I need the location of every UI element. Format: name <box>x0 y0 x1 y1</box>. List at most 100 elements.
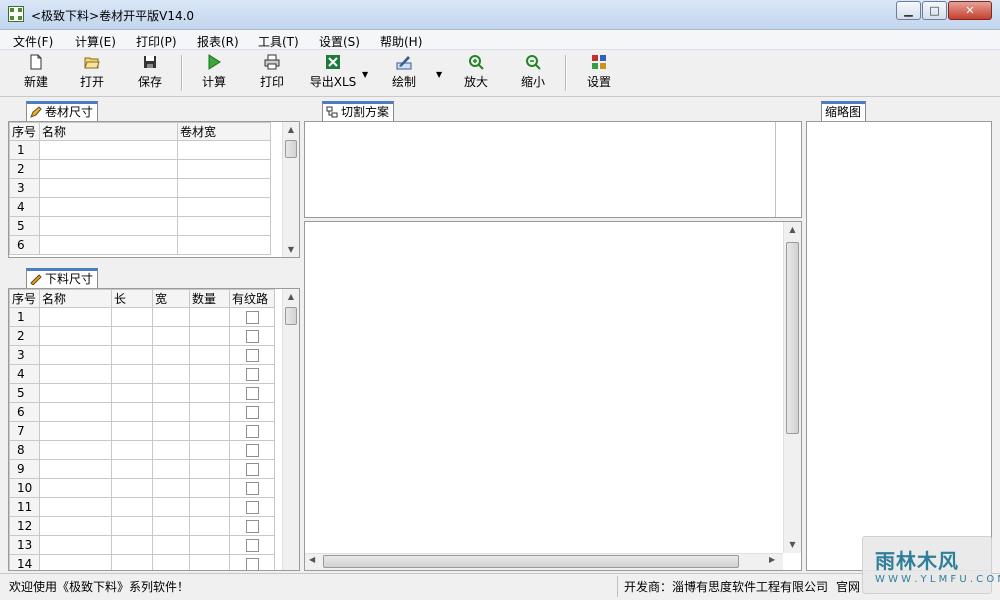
quantity-cell[interactable] <box>189 440 230 460</box>
table-row[interactable]: 4 <box>9 197 271 217</box>
new-button[interactable]: 新建 <box>8 54 64 94</box>
table-row[interactable]: 8 <box>9 440 275 460</box>
title-bar[interactable]: <极致下料>卷材开平版V14.0 ▁ □ ✕ <box>0 0 1000 30</box>
name-cell[interactable] <box>39 402 112 422</box>
table-row[interactable]: 6 <box>9 402 275 422</box>
table-row[interactable]: 1 <box>9 140 271 160</box>
length-cell[interactable] <box>111 440 153 460</box>
quantity-cell[interactable] <box>189 326 230 346</box>
grain-checkbox[interactable] <box>245 368 259 381</box>
table-row[interactable]: 12 <box>9 516 275 536</box>
scroll-right-arrow-icon[interactable]: ▶ <box>769 555 775 564</box>
menu-file[interactable]: 文件(F) <box>13 33 53 50</box>
export-dropdown-arrow-icon[interactable]: ▼ <box>362 70 368 79</box>
table-row[interactable]: 9 <box>9 459 275 479</box>
length-cell[interactable] <box>111 554 153 570</box>
name-cell[interactable] <box>39 326 112 346</box>
export-xls-button[interactable]: 导出XLS <box>302 54 364 94</box>
name-cell[interactable] <box>39 178 178 198</box>
scroll-thumb[interactable] <box>285 307 297 325</box>
name-cell[interactable] <box>39 459 112 479</box>
cut-plan-canvas[interactable]: ▲ ▼ ◀ ▶ <box>304 221 802 571</box>
name-cell[interactable] <box>39 535 112 555</box>
cut-grid-scrollbar[interactable]: ▲ <box>282 289 299 570</box>
table-row[interactable]: 2 <box>9 326 275 346</box>
roll-width-cell[interactable] <box>177 216 271 236</box>
table-row[interactable]: 1 <box>9 307 275 327</box>
table-row[interactable]: 6 <box>9 235 271 255</box>
roll-width-cell[interactable] <box>177 178 271 198</box>
grain-checkbox[interactable] <box>245 349 259 362</box>
name-cell[interactable] <box>39 197 178 217</box>
zoom-in-button[interactable]: 放大 <box>448 54 504 94</box>
quantity-cell[interactable] <box>189 497 230 517</box>
width-cell[interactable] <box>152 307 190 327</box>
length-cell[interactable] <box>111 402 153 422</box>
quantity-cell[interactable] <box>189 421 230 441</box>
name-cell[interactable] <box>39 216 178 236</box>
quantity-cell[interactable] <box>189 516 230 536</box>
quantity-cell[interactable] <box>189 459 230 479</box>
table-row[interactable]: 13 <box>9 535 275 555</box>
roll-width-cell[interactable] <box>177 235 271 255</box>
quantity-cell[interactable] <box>189 364 230 384</box>
canvas-horizontal-scrollbar[interactable]: ◀ ▶ <box>305 553 783 570</box>
scroll-up-arrow-icon[interactable]: ▲ <box>283 122 299 138</box>
length-cell[interactable] <box>111 345 153 365</box>
calculate-button[interactable]: 计算 <box>186 54 242 94</box>
table-row[interactable]: 2 <box>9 159 271 179</box>
grain-checkbox[interactable] <box>245 482 259 495</box>
menu-print[interactable]: 打印(P) <box>136 33 177 50</box>
name-cell[interactable] <box>39 554 112 570</box>
roll-width-cell[interactable] <box>177 197 271 217</box>
width-cell[interactable] <box>152 516 190 536</box>
quantity-cell[interactable] <box>189 535 230 555</box>
scroll-left-arrow-icon[interactable]: ◀ <box>309 555 315 564</box>
quantity-cell[interactable] <box>189 554 230 570</box>
quantity-cell[interactable] <box>189 402 230 422</box>
width-cell[interactable] <box>152 345 190 365</box>
grain-checkbox[interactable] <box>245 425 259 438</box>
table-row[interactable]: 10 <box>9 478 275 498</box>
width-cell[interactable] <box>152 497 190 517</box>
grain-checkbox[interactable] <box>245 463 259 476</box>
table-row[interactable]: 7 <box>9 421 275 441</box>
grain-checkbox[interactable] <box>245 501 259 514</box>
quantity-cell[interactable] <box>189 383 230 403</box>
width-cell[interactable] <box>152 421 190 441</box>
width-cell[interactable] <box>152 535 190 555</box>
table-row[interactable]: 3 <box>9 345 275 365</box>
name-cell[interactable] <box>39 140 178 160</box>
width-cell[interactable] <box>152 440 190 460</box>
scroll-down-arrow-icon[interactable]: ▼ <box>784 537 801 553</box>
canvas-vertical-scrollbar[interactable]: ▲ ▼ <box>783 222 801 553</box>
scroll-up-arrow-icon[interactable]: ▲ <box>283 289 299 305</box>
scroll-down-arrow-icon[interactable]: ▼ <box>283 242 299 257</box>
thumbnail-area[interactable] <box>806 121 992 571</box>
scroll-thumb[interactable] <box>285 140 297 158</box>
width-cell[interactable] <box>152 478 190 498</box>
draw-dropdown-arrow-icon[interactable]: ▼ <box>436 70 442 79</box>
width-cell[interactable] <box>152 364 190 384</box>
menu-settings[interactable]: 设置(S) <box>319 33 360 50</box>
roll-width-cell[interactable] <box>177 140 271 160</box>
name-cell[interactable] <box>39 307 112 327</box>
length-cell[interactable] <box>111 307 153 327</box>
grain-checkbox[interactable] <box>245 311 259 324</box>
width-cell[interactable] <box>152 554 190 570</box>
menu-help[interactable]: 帮助(H) <box>380 33 422 50</box>
zoom-out-button[interactable]: 缩小 <box>505 54 561 94</box>
length-cell[interactable] <box>111 421 153 441</box>
length-cell[interactable] <box>111 516 153 536</box>
name-cell[interactable] <box>39 364 112 384</box>
roll-grid-scrollbar[interactable]: ▲ ▼ <box>282 122 299 257</box>
length-cell[interactable] <box>111 383 153 403</box>
name-cell[interactable] <box>39 478 112 498</box>
table-row[interactable]: 3 <box>9 178 271 198</box>
save-button[interactable]: 保存 <box>122 54 178 94</box>
width-cell[interactable] <box>152 326 190 346</box>
grain-checkbox[interactable] <box>245 558 259 570</box>
name-cell[interactable] <box>39 497 112 517</box>
length-cell[interactable] <box>111 459 153 479</box>
name-cell[interactable] <box>39 383 112 403</box>
